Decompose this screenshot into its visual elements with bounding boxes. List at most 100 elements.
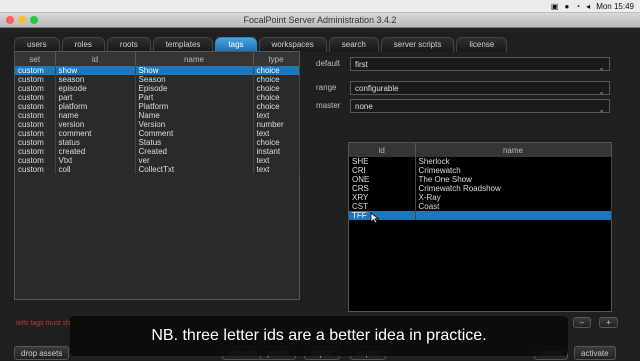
drop-assets-button[interactable]: drop assets — [14, 346, 70, 360]
default-select[interactable]: first ⌄ — [350, 57, 610, 72]
cell-id: CST — [349, 202, 416, 211]
cell-name: Name — [135, 111, 254, 120]
table-row[interactable]: ONE The One Show — [349, 175, 612, 184]
table-row[interactable]: custom name Name text — [15, 111, 300, 120]
window-title: FocalPoint Server Administration 3.4.2 — [243, 15, 397, 25]
cell-type: text — [253, 156, 300, 165]
cell-name: Platform — [135, 102, 254, 111]
cell-id: platform — [55, 102, 136, 111]
menubar-status-icon-2[interactable]: ● — [564, 2, 569, 11]
column-header-name[interactable]: name — [415, 143, 612, 157]
table-row[interactable]: CRI Crimewatch — [349, 166, 612, 175]
table-row[interactable]: XRY X-Ray — [349, 193, 612, 202]
cell-set: custom — [15, 66, 56, 75]
minimize-window-button[interactable] — [18, 16, 26, 24]
window-titlebar: FocalPoint Server Administration 3.4.2 — [0, 13, 640, 28]
cell-name: ver — [135, 156, 254, 165]
tab-roots[interactable]: roots — [106, 37, 151, 52]
close-window-button[interactable] — [6, 16, 14, 24]
tags-table-header: set id name type — [15, 52, 300, 66]
remove-row-button[interactable]: – — [572, 317, 592, 328]
cell-name: CollectTxt — [135, 165, 254, 174]
app: users roles roots templates tags workspa… — [0, 28, 640, 360]
tab-search[interactable]: search — [328, 37, 379, 52]
table-row[interactable]: custom comment Comment text — [15, 129, 300, 138]
table-row[interactable]: SHE Sherlock — [349, 157, 612, 166]
table-row[interactable]: custom season Season choice — [15, 75, 300, 84]
table-row[interactable]: custom part Part choice — [15, 93, 300, 102]
traffic-lights — [6, 16, 38, 24]
tab-roles[interactable]: roles — [61, 37, 105, 52]
master-label: master — [316, 101, 341, 110]
cell-id: version — [55, 120, 136, 129]
tab-users[interactable]: users — [14, 37, 60, 52]
cell-set: custom — [15, 138, 56, 147]
cell-id: ONE — [349, 175, 416, 184]
range-label: range — [316, 83, 337, 92]
cell-type: choice — [253, 66, 300, 75]
cell-set: custom — [15, 84, 56, 93]
range-select[interactable]: configurable ⌄ — [350, 81, 610, 96]
column-header-id[interactable]: id — [349, 143, 416, 157]
table-row[interactable]: custom status Status choice — [15, 138, 300, 147]
range-value: configurable — [355, 84, 399, 93]
column-header-name[interactable]: name — [135, 52, 254, 66]
cell-name: Crimewatch Roadshow — [415, 184, 612, 193]
master-select[interactable]: none ⌄ — [350, 99, 610, 114]
table-row[interactable]: custom platform Platform choice — [15, 102, 300, 111]
table-row[interactable]: CRS Crimewatch Roadshow — [349, 184, 612, 193]
column-header-id[interactable]: id — [55, 52, 136, 66]
tags-table: set id name type custom show Show choice… — [15, 52, 300, 174]
cell-id: TFF — [349, 211, 416, 220]
menubar-status-icon-1[interactable]: ▣ — [551, 2, 559, 11]
table-row[interactable]: custom show Show choice — [15, 66, 300, 75]
table-row[interactable]: custom created Created instant — [15, 147, 300, 156]
tags-table-panel: set id name type custom show Show choice… — [14, 51, 300, 300]
tab-templates[interactable]: templates — [152, 37, 214, 52]
cell-name: Episode — [135, 84, 254, 93]
table-row[interactable]: TFF — [349, 211, 612, 220]
chevron-down-icon: ⌄ — [598, 63, 605, 72]
range-values-table: id name SHE Sherlock CRI Crimewatch ONE … — [349, 143, 612, 220]
cell-name: Sherlock — [415, 157, 612, 166]
tab-license[interactable]: license — [456, 37, 508, 52]
add-row-button[interactable]: + — [599, 317, 618, 328]
volume-icon[interactable]: ◂ — [586, 2, 590, 11]
column-header-set[interactable]: set — [15, 52, 56, 66]
row-controls: – + — [572, 316, 618, 330]
range-values-table-panel: id name SHE Sherlock CRI Crimewatch ONE … — [348, 142, 612, 312]
column-header-type[interactable]: type — [253, 52, 300, 66]
table-row[interactable]: custom coll CollectTxt text — [15, 165, 300, 174]
cell-type: instant — [253, 147, 300, 156]
table-row[interactable]: custom episode Episode choice — [15, 84, 300, 93]
cell-name: X-Ray — [415, 193, 612, 202]
mac-menubar: ▣ ● ◔ ◂ Mon 15:49 — [0, 0, 640, 13]
activate-button[interactable]: activate — [574, 346, 616, 360]
cell-name: Created — [135, 147, 254, 156]
subtitle-caption: NB. three letter ids are a better idea i… — [70, 316, 568, 356]
default-value: first — [355, 60, 368, 69]
cell-id: XRY — [349, 193, 416, 202]
cell-name: Show — [135, 66, 254, 75]
tab-workspaces[interactable]: workspaces — [258, 37, 327, 52]
table-row[interactable]: custom version Version number — [15, 120, 300, 129]
tab-server-scripts[interactable]: server scripts — [380, 37, 455, 52]
cell-name — [415, 211, 612, 220]
cell-set: custom — [15, 93, 56, 102]
cell-name: Crimewatch — [415, 166, 612, 175]
cell-set: custom — [15, 129, 56, 138]
cell-name: Version — [135, 120, 254, 129]
zoom-window-button[interactable] — [30, 16, 38, 24]
cell-id: show — [55, 66, 136, 75]
table-row[interactable]: CST Coast — [349, 202, 612, 211]
range-values-header: id name — [349, 143, 612, 157]
cell-type: choice — [253, 84, 300, 93]
cell-id: season — [55, 75, 136, 84]
table-row[interactable]: custom Vtxt ver text — [15, 156, 300, 165]
menubar-status-area: ▣ ● ◔ ◂ Mon 15:49 — [551, 0, 634, 12]
tab-tags[interactable]: tags — [215, 37, 257, 52]
cell-set: custom — [15, 102, 56, 111]
chevron-down-icon: ⌄ — [598, 87, 605, 96]
wifi-icon[interactable]: ◔ — [575, 2, 580, 11]
clock[interactable]: Mon 15:49 — [596, 2, 634, 11]
